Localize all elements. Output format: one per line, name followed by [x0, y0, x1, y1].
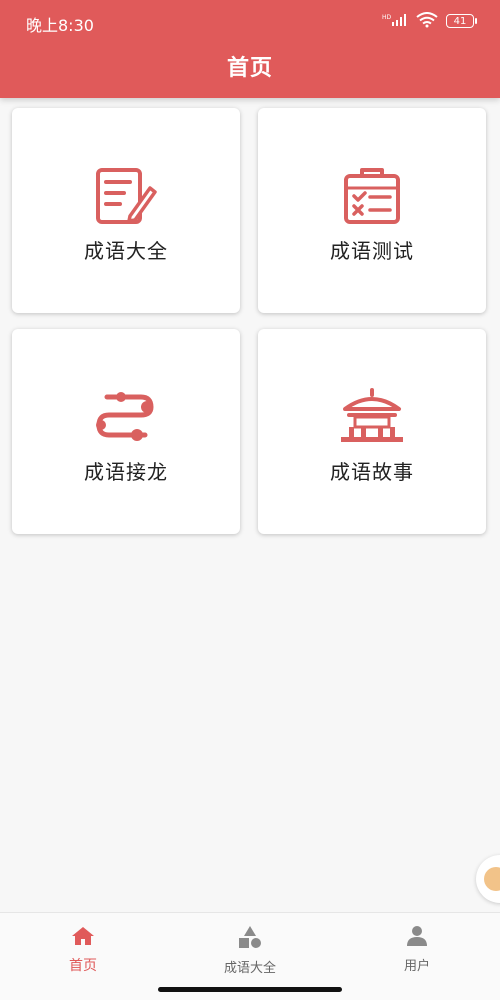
bottom-tab-bar: 首页 成语大全 用户 [0, 912, 500, 1000]
card-idiom-stories[interactable]: 成语故事 [258, 329, 486, 534]
floating-assist-button[interactable] [476, 855, 500, 903]
status-time: 晚上8:30 [26, 16, 94, 35]
shapes-icon [237, 926, 263, 953]
battery-level: 41 [453, 15, 467, 27]
app-header: 晚上8:30 HD 41 首页 [0, 0, 500, 98]
tab-label: 成语大全 [223, 961, 276, 976]
chain-path-icon [12, 387, 240, 447]
hd-label: HD [382, 14, 392, 21]
home-icon [70, 927, 96, 951]
card-label: 成语测试 [330, 239, 414, 263]
assist-icon [484, 867, 500, 891]
tab-home[interactable]: 首页 [28, 925, 138, 975]
signal-icon: HD [382, 13, 408, 30]
pavilion-icon [258, 387, 486, 447]
page-title: 首页 [226, 56, 273, 81]
user-icon [405, 926, 429, 951]
wifi-icon [416, 11, 438, 31]
checklist-clipboard-icon [258, 166, 486, 226]
tab-label: 首页 [69, 958, 97, 974]
battery-icon: 41 [446, 14, 477, 28]
tab-idiom-collection[interactable]: 成语大全 [195, 925, 305, 976]
card-idiom-chain[interactable]: 成语接龙 [12, 329, 240, 534]
notebook-pen-icon [12, 166, 240, 226]
card-idiom-collection[interactable]: 成语大全 [12, 108, 240, 313]
status-icons: HD 41 [382, 11, 477, 31]
card-label: 成语接龙 [84, 460, 168, 484]
card-label: 成语故事 [330, 460, 414, 484]
tab-label: 用户 [403, 959, 430, 974]
tab-user[interactable]: 用户 [362, 925, 472, 974]
card-label: 成语大全 [84, 239, 168, 263]
card-idiom-test[interactable]: 成语测试 [258, 108, 486, 313]
home-indicator [158, 987, 342, 992]
